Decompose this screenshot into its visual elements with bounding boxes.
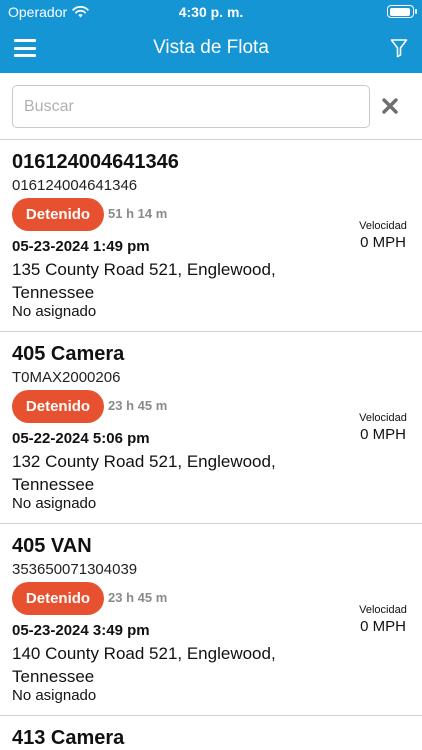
device-id: 016124004641346 (12, 177, 138, 194)
vehicle-address: 135 County Road 521, Englewood, Tennesse… (12, 260, 276, 302)
vehicle-address: 132 County Road 521, Englewood, Tennesse… (12, 452, 276, 494)
vehicle-name: 016124004641346 (12, 151, 179, 173)
status-badge: Detenido (12, 198, 104, 231)
vehicle-list: 016124004641346 016124004641346 Detenido… (0, 140, 422, 750)
last-report-datetime: 05-23-2024 1:49 pm (12, 238, 150, 255)
speed-value: 0 MPH (360, 234, 406, 251)
last-report-datetime: 05-23-2024 3:49 pm (12, 622, 150, 639)
status-badge: Detenido (12, 390, 104, 423)
vehicle-name: 405 Camera (12, 343, 125, 365)
status-duration: 23 h 45 m (108, 590, 168, 605)
speed-label: Velocidad (359, 604, 407, 616)
close-icon[interactable] (381, 97, 399, 115)
vehicle-card[interactable]: 405 VAN 353650071304039 Detenido 23 h 45… (0, 524, 422, 716)
speed-label: Velocidad (359, 412, 407, 424)
vehicle-address: 140 County Road 521, Englewood, Tennesse… (12, 644, 276, 686)
device-id: 353650071304039 (12, 561, 138, 578)
page-title: Vista de Flota (153, 37, 269, 58)
filter-icon[interactable] (390, 38, 408, 58)
search-bar (0, 73, 422, 140)
driver-assignment: No asignado (12, 303, 97, 320)
battery-icon (387, 5, 417, 18)
vehicle-name: 413 Camera (12, 727, 125, 749)
status-time: 4:30 p. m. (178, 4, 244, 20)
search-input[interactable] (12, 85, 370, 128)
device-id: T0MAX2000206 (12, 369, 121, 386)
vehicle-name: 405 VAN (12, 535, 92, 557)
vehicle-card[interactable]: 413 Camera (0, 716, 422, 750)
app-header: Operador 4:30 p. m. Vista de Flota (0, 0, 422, 73)
last-report-datetime: 05-22-2024 5:06 pm (12, 430, 150, 447)
status-duration: 51 h 14 m (108, 206, 168, 221)
speed-label: Velocidad (359, 220, 407, 232)
vehicle-card[interactable]: 016124004641346 016124004641346 Detenido… (0, 140, 422, 332)
vehicle-card[interactable]: 405 Camera T0MAX2000206 Detenido 23 h 45… (0, 332, 422, 524)
driver-assignment: No asignado (12, 687, 97, 704)
speed-value: 0 MPH (360, 618, 406, 635)
status-badge: Detenido (12, 582, 104, 615)
speed-value: 0 MPH (360, 426, 406, 443)
status-duration: 23 h 45 m (108, 398, 168, 413)
status-bar: Operador 4:30 p. m. (0, 0, 422, 24)
navigation-bar: Vista de Flota (0, 24, 422, 73)
driver-assignment: No asignado (12, 495, 97, 512)
